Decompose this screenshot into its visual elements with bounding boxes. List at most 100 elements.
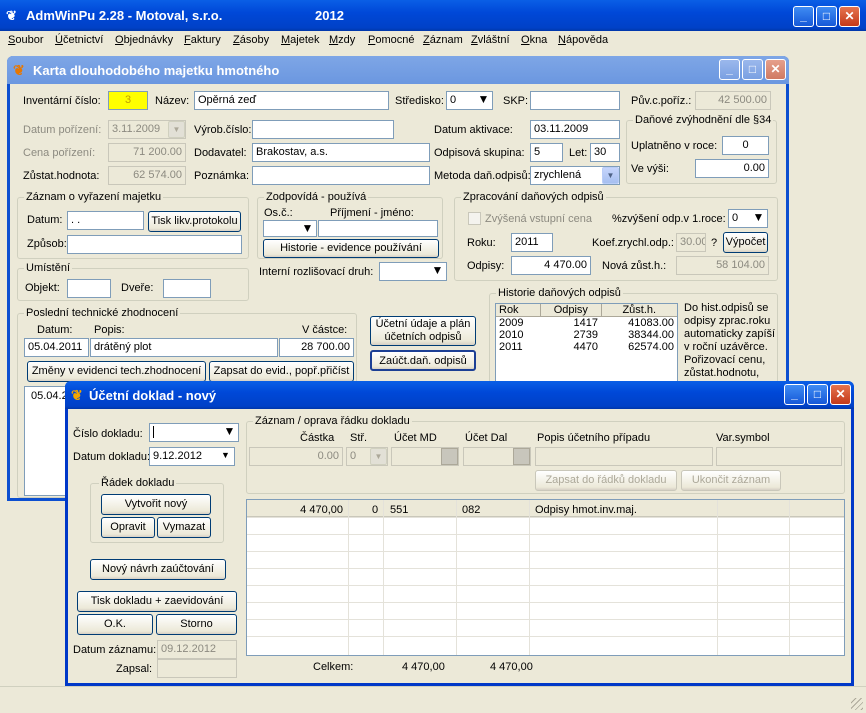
poznamka-field[interactable] <box>252 166 430 185</box>
chevron-down-icon[interactable]: ▼ <box>217 448 234 465</box>
zmeny-button[interactable]: Změny v evidenci tech.zhodnocení <box>27 361 206 382</box>
vyrob-label: Výrob.číslo: <box>194 124 252 136</box>
doklad-cell-md: 551 <box>390 504 409 516</box>
tech-castka-field[interactable]: 28 700.00 <box>279 338 354 357</box>
doklad-cell-dal: 082 <box>462 504 481 516</box>
zapsal-field <box>157 659 237 678</box>
chevron-down-icon[interactable]: ▼ <box>299 221 316 236</box>
zapsat-evid-button[interactable]: Zapsat do evid., popř.přičíst <box>209 361 354 382</box>
menu-mzdy[interactable]: Mzdy <box>329 34 355 46</box>
chevron-down-icon[interactable]: ▼ <box>750 210 767 227</box>
vypocet-button[interactable]: Výpočet <box>723 232 768 253</box>
zaznam-castka-field: 0.00 <box>249 447 343 466</box>
tech-popis-field[interactable]: drátěný plot <box>90 338 278 357</box>
roku-field[interactable]: 2011 <box>511 233 553 252</box>
datum-dokladu-combo[interactable]: 9.12.2012 ▼ <box>149 447 235 466</box>
historie-cell: 4470 <box>573 341 599 353</box>
zvyseni-value: 0 <box>732 212 739 224</box>
vyrob-field[interactable] <box>252 120 394 139</box>
doklad-close-icon[interactable]: ✕ <box>830 384 851 405</box>
vyrazeni-datum-field[interactable]: . . <box>67 211 144 230</box>
card-minimize-icon[interactable]: _ <box>719 59 740 80</box>
menu-pomocne[interactable]: Pomocné <box>368 34 414 46</box>
table-row[interactable]: 2011 4470 62574.00 <box>496 341 677 353</box>
vyrazeni-datum-label: Datum: <box>27 214 63 226</box>
app-titlebar: ❦ AdmWinPu 2.28 - Motoval, s.r.o. 2012 _… <box>0 0 866 31</box>
ukoncit-button[interactable]: Ukončit záznam <box>681 470 781 491</box>
odpisy-field[interactable]: 4 470.00 <box>511 256 591 275</box>
vytvorit-button[interactable]: Vytvořit nový <box>101 494 211 515</box>
chevron-down-icon[interactable]: ▼ <box>221 424 238 441</box>
objekt-field[interactable] <box>67 279 111 298</box>
dvere-field[interactable] <box>163 279 211 298</box>
menu-okna[interactable]: Okna <box>521 34 547 46</box>
cislo-label: Číslo dokladu: <box>73 428 143 440</box>
menu-soubor[interactable]: Soubor <box>8 34 43 46</box>
ok-button[interactable]: O.K. <box>77 614 153 635</box>
menu-ucetnictvi[interactable]: Účetnictví <box>55 34 103 46</box>
historie-header-odpisy[interactable]: Odpisy <box>540 304 602 317</box>
zauct-button[interactable]: Zaúčt.daň. odpisů <box>370 350 476 371</box>
table-row[interactable]: 2010 2739 38344.00 <box>496 329 677 341</box>
menu-zaznam[interactable]: Záznam <box>423 34 463 46</box>
table-row[interactable]: 2009 1417 41083.00 <box>496 317 677 329</box>
uplatneno-field[interactable]: 0 <box>722 136 769 155</box>
tech-datum-field[interactable]: 05.04.2011 <box>24 338 89 357</box>
stredisko-combo[interactable]: 0 ▼ <box>446 91 493 110</box>
maximize-icon[interactable]: □ <box>816 6 837 27</box>
menu-faktury[interactable]: Faktury <box>184 34 221 46</box>
doklad-cell-castka: 4 470,00 <box>300 504 343 516</box>
zaznam-var-field <box>716 447 842 466</box>
menu-napoveda[interactable]: Nápověda <box>558 34 608 46</box>
card-close-icon[interactable]: ✕ <box>765 59 786 80</box>
stredisko-value: 0 <box>450 94 457 106</box>
zapsat-radky-button[interactable]: Zapsat do řádků dokladu <box>535 470 677 491</box>
historie-table[interactable]: Rok Odpisy Zůst.h. 2009 1417 41083.00 2010… <box>495 303 678 383</box>
odpis-sk-field[interactable]: 5 <box>530 143 563 162</box>
opravit-button[interactable]: Opravit <box>101 517 155 538</box>
card-title: Karta dlouhodobého majetku hmotného <box>33 63 280 78</box>
osc-combo[interactable]: ▼ <box>263 220 317 237</box>
name-field[interactable]: Opěrná zeď <box>194 91 389 110</box>
tech-datum-label: Datum: <box>37 324 73 336</box>
zpusob-field[interactable] <box>67 235 242 254</box>
vymazat-button[interactable]: Vymazat <box>157 517 211 538</box>
menu-zvlastni[interactable]: Zvláštní <box>471 34 510 46</box>
zvysena-checkbox[interactable] <box>468 212 481 225</box>
storno-button[interactable]: Storno <box>156 614 237 635</box>
doklad-maximize-icon[interactable]: □ <box>807 384 828 405</box>
let-field[interactable]: 30 <box>590 143 620 162</box>
zaznam-str-combo: 0 ▼ <box>346 447 388 466</box>
tisk-likv-button[interactable]: Tisk likv.protokolu <box>148 211 241 232</box>
help-icon[interactable]: ? <box>711 237 717 249</box>
skp-field[interactable] <box>530 91 620 110</box>
ucetni-udaje-button[interactable]: Účetní údaje a plán účetních odpisů <box>370 316 476 346</box>
metoda-combo[interactable]: zrychlená ▼ <box>530 166 620 185</box>
datum-akt-field[interactable]: 03.11.2009 <box>530 120 620 139</box>
resize-grip-icon[interactable] <box>851 698 863 710</box>
cislo-combo[interactable]: ▼ <box>149 423 239 442</box>
chevron-down-icon[interactable]: ▼ <box>475 92 492 109</box>
interni-combo[interactable]: ▼ <box>379 262 447 281</box>
menu-majetek[interactable]: Majetek <box>281 34 320 46</box>
historie-header-zust[interactable]: Zůst.h. <box>601 304 677 317</box>
tisk-dokladu-button[interactable]: Tisk dokladu + zaevidování <box>77 591 237 612</box>
historie-cell: 41083.00 <box>628 317 674 329</box>
card-maximize-icon[interactable]: □ <box>742 59 763 80</box>
minimize-icon[interactable]: _ <box>793 6 814 27</box>
dodavatel-field[interactable]: Brakostav, a.s. <box>252 143 430 162</box>
historie-evidence-button[interactable]: Historie - evidence používání <box>263 239 439 258</box>
historie-header-rok[interactable]: Rok <box>496 304 542 317</box>
historie-note: Do hist.odpisů se odpisy zprac.roku auto… <box>684 302 776 379</box>
doklad-table[interactable]: 4 470,00 0 551 082 Odpisy hmot.inv.maj. <box>246 499 845 656</box>
menu-zasoby[interactable]: Zásoby <box>233 34 269 46</box>
chevron-down-icon[interactable]: ▼ <box>429 263 446 280</box>
close-icon[interactable]: ✕ <box>839 6 860 27</box>
vevysi-field[interactable]: 0.00 <box>695 159 769 178</box>
inv-number-field[interactable]: 3 <box>108 91 148 110</box>
chevron-down-icon[interactable]: ▼ <box>602 167 619 184</box>
doklad-minimize-icon[interactable]: _ <box>784 384 805 405</box>
zvyseni-combo[interactable]: 0 ▼ <box>728 209 768 228</box>
menu-objednavky[interactable]: Objednávky <box>115 34 173 46</box>
novy-navrh-button[interactable]: Nový návrh zaúčtování <box>90 559 226 580</box>
